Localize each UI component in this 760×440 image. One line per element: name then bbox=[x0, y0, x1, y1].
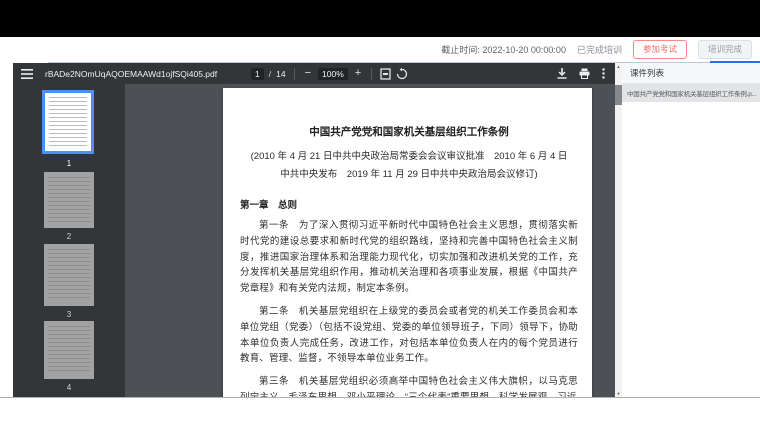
thumbnail-page-number: 4 bbox=[13, 383, 125, 392]
page-thumbnail-4[interactable] bbox=[44, 321, 94, 379]
document-paragraph: 第三条 机关基层党组织必须高举中国特色社会主义伟大旗帜，以马克思列宁主义、毛泽东… bbox=[240, 374, 578, 398]
top-black-banner bbox=[0, 0, 760, 37]
document-approval-line-2: 中共中央发布 2019 年 11 月 29 日中共中央政治局会议修订) bbox=[240, 166, 578, 184]
page-thumbnail-2[interactable] bbox=[44, 172, 94, 228]
thumbnail-sidebar: 1 2 3 4 bbox=[13, 84, 125, 398]
thumbnail-page-number: 3 bbox=[13, 310, 125, 319]
take-exam-button[interactable]: 参加考试 bbox=[633, 40, 687, 58]
document-approval-line-1: (2010 年 4 月 21 日中共中央政治局常委会会议审议批准 2010 年 … bbox=[240, 148, 578, 166]
courseware-list-item[interactable]: 中国共产党党和国家机关基层组织工作条例.p... bbox=[622, 84, 760, 102]
rotate-button[interactable] bbox=[396, 68, 408, 80]
courseware-panel: 课件列表 中国共产党党和国家机关基层组织工作条例.p... bbox=[622, 63, 760, 398]
pdf-page-1: 中国共产党党和国家机关基层组织工作条例 (2010 年 4 月 21 日中共中央… bbox=[223, 88, 592, 398]
document-paragraph: 第一条 为了深入贯彻习近平新时代中国特色社会主义思想，贯彻落实新时代党的建设总要… bbox=[240, 218, 578, 297]
content-bottom-border bbox=[0, 397, 760, 398]
document-title: 中国共产党党和国家机关基层组织工作条例 bbox=[240, 124, 578, 139]
thumbnail-preview bbox=[48, 326, 90, 374]
thumbnail-preview bbox=[48, 249, 90, 301]
download-icon bbox=[557, 68, 567, 79]
download-button[interactable] bbox=[557, 68, 567, 79]
print-icon bbox=[579, 68, 590, 79]
page-number-input[interactable]: 1 bbox=[251, 68, 264, 80]
toolbar-divider bbox=[294, 68, 295, 80]
page-thumbnail-1[interactable] bbox=[42, 90, 94, 154]
more-options-button[interactable] bbox=[602, 68, 605, 79]
deadline-text: 截止时间: 2022-10-20 00:00:00 bbox=[441, 43, 566, 56]
zoom-level-input[interactable]: 100% bbox=[318, 68, 348, 80]
courseware-panel-title: 课件列表 bbox=[622, 63, 760, 84]
toolbar-divider bbox=[371, 68, 372, 80]
zoom-out-button[interactable]: − bbox=[303, 68, 313, 79]
fit-page-icon bbox=[380, 68, 391, 80]
deadline-label: 截止时间: bbox=[441, 45, 480, 55]
pdf-viewer: rBADe2NOmUqAQOEMAAWd1ojfSQi405.pdf 1 / 1… bbox=[13, 63, 622, 398]
pdf-filename: rBADe2NOmUqAQOEMAAWd1ojfSQi405.pdf bbox=[45, 69, 217, 79]
toolbar-right-actions bbox=[557, 68, 615, 79]
scrollbar-thumb[interactable] bbox=[615, 85, 622, 105]
hamburger-menu-icon bbox=[21, 69, 33, 79]
document-paragraph: 第二条 机关基层党组织在上级党的委员会或者党的机关工作委员会和本单位党组（党委）… bbox=[240, 304, 578, 367]
rotate-icon bbox=[396, 68, 408, 80]
scroll-up-icon[interactable]: ▲ bbox=[615, 63, 622, 71]
thumbnail-preview bbox=[49, 97, 87, 147]
page-header: 截止时间: 2022-10-20 00:00:00 已完成培训 参加考试 培训完… bbox=[0, 37, 760, 62]
thumbnail-page-number: 1 bbox=[13, 159, 125, 168]
pdf-toolbar: rBADe2NOmUqAQOEMAAWd1ojfSQi405.pdf 1 / 1… bbox=[13, 63, 615, 84]
deadline-value: 2022-10-20 00:00:00 bbox=[482, 45, 566, 55]
sidebar-toggle-button[interactable] bbox=[21, 69, 33, 79]
print-button[interactable] bbox=[579, 68, 590, 79]
chapter-heading: 第一章 总则 bbox=[240, 197, 578, 211]
training-complete-button[interactable]: 培训完成 bbox=[698, 40, 752, 58]
page-thumbnail-3[interactable] bbox=[44, 244, 94, 306]
training-status-text: 已完成培训 bbox=[577, 43, 622, 56]
zoom-in-button[interactable]: + bbox=[353, 68, 363, 79]
pdf-scrollbar[interactable]: ▲ ▼ bbox=[615, 63, 622, 398]
thumbnail-preview bbox=[48, 177, 90, 223]
thumbnail-page-number: 2 bbox=[13, 232, 125, 241]
pdf-viewer-body: 1 2 3 4 中国共产党党和国家机关基层组织工作条例 (2010 年 4 月 … bbox=[13, 84, 615, 398]
page-separator: / bbox=[269, 69, 271, 79]
toolbar-page-zoom-controls: 1 / 14 − 100% + bbox=[251, 63, 408, 84]
page-total: 14 bbox=[276, 69, 285, 79]
more-vertical-icon bbox=[602, 68, 605, 79]
fit-page-button[interactable] bbox=[380, 68, 391, 80]
